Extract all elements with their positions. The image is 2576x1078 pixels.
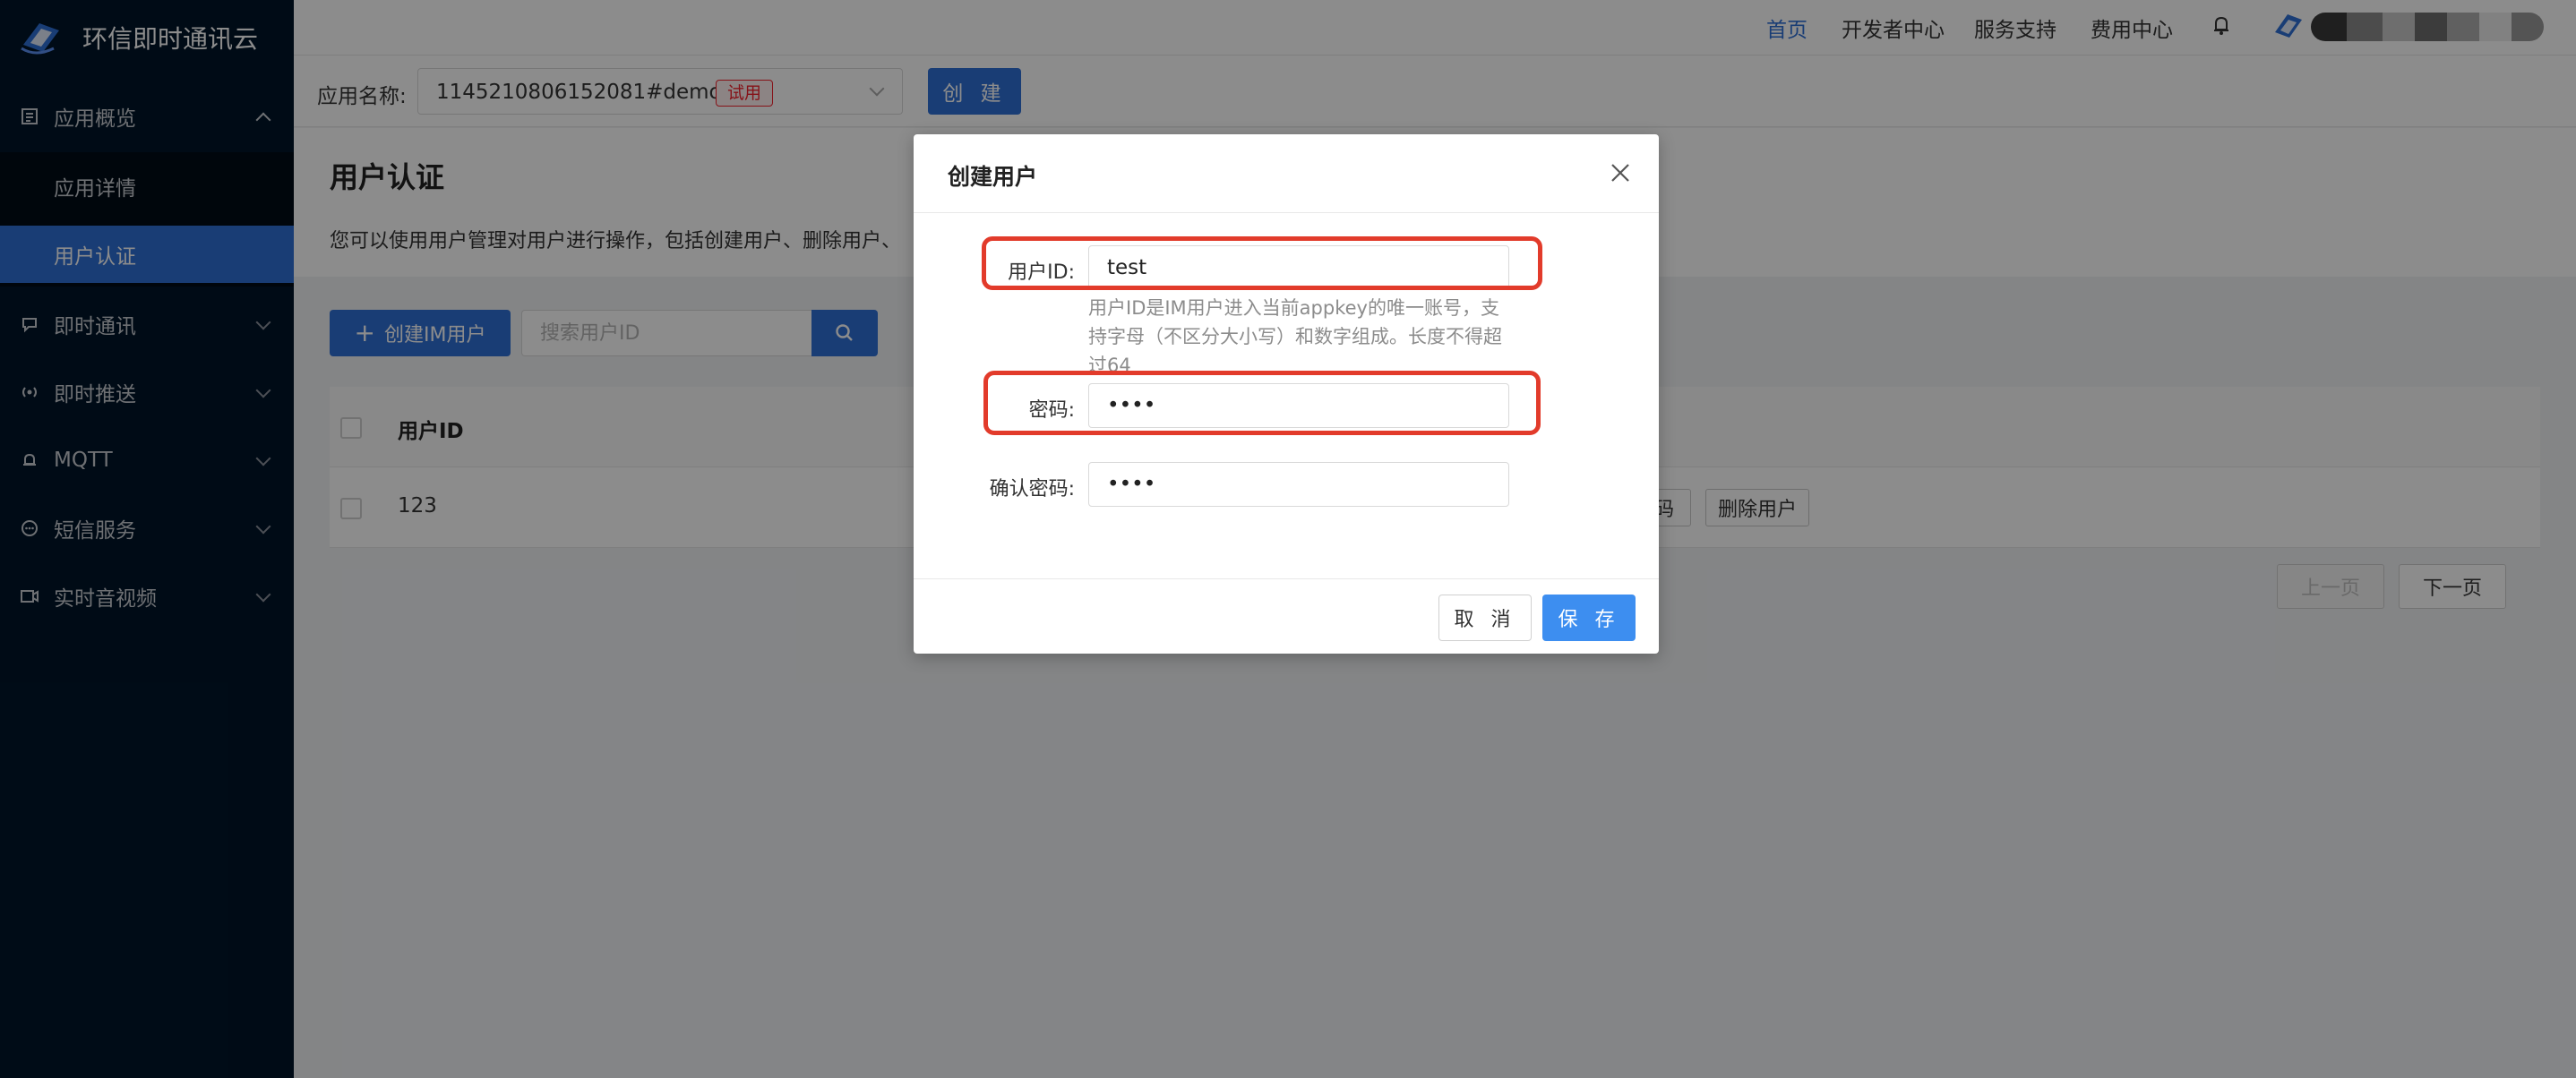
- save-button[interactable]: 保 存: [1542, 595, 1636, 641]
- confirm-password-label: 确认密码:: [989, 478, 1075, 500]
- create-user-dialog: 创建用户 用户ID: 用户ID是IM用户进入当前appkey的唯一账号，支持字母…: [914, 134, 1659, 654]
- user-id-help-text: 用户ID是IM用户进入当前appkey的唯一账号，支持字母（不区分大小写）和数字…: [1088, 297, 1502, 376]
- password-highlight: [983, 371, 1541, 435]
- close-icon[interactable]: [1609, 161, 1632, 184]
- confirm-password-field[interactable]: [1088, 462, 1509, 507]
- dialog-title: 创建用户: [948, 164, 1038, 190]
- dialog-header: 创建用户: [914, 134, 1659, 213]
- cancel-button[interactable]: 取 消: [1438, 595, 1532, 641]
- user-id-highlight: [982, 236, 1542, 290]
